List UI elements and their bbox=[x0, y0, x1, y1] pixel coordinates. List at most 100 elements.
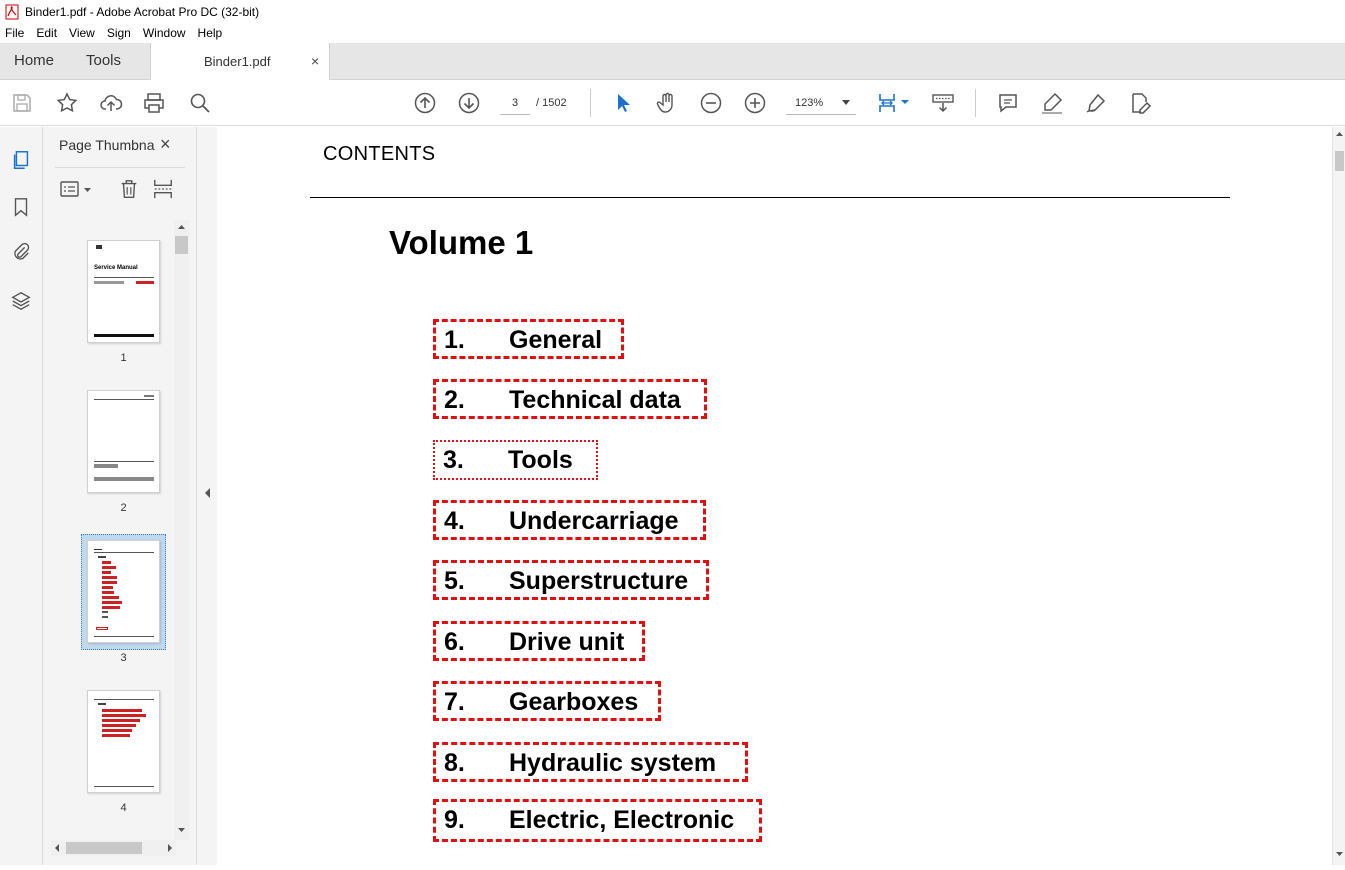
thumbnail-line bbox=[94, 277, 154, 278]
toc-link-technical-data[interactable]: 2. Technical data bbox=[433, 379, 707, 419]
thumbnail-line bbox=[94, 477, 154, 481]
highlight-button[interactable] bbox=[1039, 90, 1065, 116]
page-number-input[interactable]: 3 bbox=[500, 91, 530, 115]
page-thumbnails-button[interactable] bbox=[8, 147, 34, 173]
zoom-level-dropdown[interactable]: 123% bbox=[786, 91, 856, 115]
thumbnail-line bbox=[102, 606, 120, 609]
bookmark-icon bbox=[14, 198, 28, 217]
scrolling-mode-button[interactable] bbox=[930, 90, 956, 116]
insert-pages-icon[interactable] bbox=[152, 178, 174, 200]
minus-circle-icon bbox=[700, 92, 722, 114]
menu-help[interactable]: Help bbox=[192, 26, 229, 40]
signature-pen-icon bbox=[1086, 93, 1106, 113]
thumbnail-page-number: 3 bbox=[120, 652, 127, 664]
tab-tools[interactable]: Tools bbox=[86, 43, 121, 79]
thumbnail-line bbox=[102, 611, 108, 613]
panel-title: Page Thumbnails bbox=[59, 137, 155, 153]
toc-number: 1. bbox=[444, 326, 465, 354]
page-thumbnails-icon bbox=[13, 151, 29, 169]
toc-link-electric-electronic[interactable]: 9. Electric, Electronic bbox=[433, 799, 762, 842]
toc-title: Gearboxes bbox=[509, 688, 639, 716]
zoom-in-button[interactable] bbox=[742, 90, 768, 116]
page-thumbnail-3[interactable] bbox=[87, 540, 160, 643]
select-tool-button[interactable] bbox=[610, 90, 636, 116]
toc-title: General bbox=[509, 326, 603, 354]
toc-link-superstructure[interactable]: 5. Superstructure bbox=[433, 560, 709, 600]
save-icon bbox=[13, 94, 31, 112]
toc-number: 8. bbox=[444, 749, 465, 777]
comment-button[interactable] bbox=[995, 90, 1021, 116]
thumbnail-heading: Service Manual bbox=[94, 265, 138, 271]
scrollbar-track-icon bbox=[1335, 132, 1344, 856]
bookmark-star-button[interactable] bbox=[54, 90, 80, 116]
volume-title: Volume 1 bbox=[389, 224, 534, 261]
thumbnail-options-icon[interactable] bbox=[59, 180, 93, 200]
toc-link-undercarriage[interactable]: 4. Undercarriage bbox=[433, 500, 706, 540]
toc-link-gearboxes[interactable]: 7. Gearboxes bbox=[433, 681, 661, 721]
close-panel-icon[interactable]: × bbox=[160, 134, 171, 155]
page-thumbnail-1[interactable]: Service Manual bbox=[87, 240, 160, 343]
panel-splitter[interactable] bbox=[197, 127, 217, 865]
layers-button[interactable] bbox=[8, 288, 34, 314]
menu-window[interactable]: Window bbox=[137, 26, 192, 40]
menu-edit[interactable]: Edit bbox=[30, 26, 63, 40]
find-button[interactable] bbox=[187, 90, 213, 116]
header-rule bbox=[310, 197, 1230, 198]
page-total-label: / 1502 bbox=[536, 97, 567, 109]
next-page-button[interactable] bbox=[456, 90, 482, 116]
menu-file[interactable]: File bbox=[0, 26, 30, 40]
thumbnail-line bbox=[96, 627, 108, 630]
toc-title: Drive unit bbox=[509, 628, 625, 656]
menu-view[interactable]: View bbox=[63, 26, 101, 40]
upload-cloud-button[interactable] bbox=[98, 90, 124, 116]
document-view[interactable]: CONTENTS Volume 1 1. General 2. Technica… bbox=[217, 127, 1332, 865]
save-button[interactable] bbox=[9, 90, 35, 116]
thumbnail-line bbox=[102, 596, 119, 599]
thumbnail-line bbox=[94, 636, 154, 637]
toc-number: 4. bbox=[444, 507, 465, 535]
attachments-button[interactable] bbox=[8, 239, 34, 265]
toc-title: Hydraulic system bbox=[509, 749, 717, 777]
menu-sign[interactable]: Sign bbox=[101, 26, 137, 40]
sign-button[interactable] bbox=[1083, 90, 1109, 116]
toc-link-drive-unit[interactable]: 6. Drive unit bbox=[433, 621, 645, 661]
toolbar-divider bbox=[975, 89, 976, 117]
page-display-button[interactable] bbox=[874, 90, 912, 116]
toc-number: 6. bbox=[444, 628, 465, 656]
menu-bar: File Edit View Sign Window Help bbox=[0, 23, 1345, 43]
tab-document[interactable]: Binder1.pdf × bbox=[150, 43, 330, 80]
toc-link-general[interactable]: 1. General bbox=[433, 319, 624, 359]
toc-link-tools[interactable]: 3. Tools bbox=[433, 440, 598, 480]
layers-icon bbox=[11, 291, 31, 311]
thumbnail-line bbox=[102, 719, 140, 722]
toc-title: Superstructure bbox=[509, 567, 689, 595]
thumbnail-line bbox=[102, 561, 111, 564]
title-bar: Binder1.pdf - Adobe Acrobat Pro DC (32-b… bbox=[0, 0, 1345, 23]
zoom-out-button[interactable] bbox=[698, 90, 724, 116]
thumbnail-line bbox=[94, 699, 154, 700]
thumbnail-line bbox=[102, 724, 136, 727]
hand-icon bbox=[656, 92, 673, 113]
bookmarks-button[interactable] bbox=[8, 194, 34, 220]
thumbnail-line bbox=[102, 601, 122, 604]
toolbar-divider bbox=[590, 89, 591, 117]
hand-tool-button[interactable] bbox=[654, 90, 680, 116]
page-thumbnail-2[interactable] bbox=[87, 390, 160, 493]
document-vertical-scrollbar[interactable] bbox=[1332, 127, 1345, 865]
attachment-icon bbox=[14, 242, 30, 260]
print-button[interactable] bbox=[141, 90, 167, 116]
thumbnail-vertical-scrollbar[interactable] bbox=[174, 220, 189, 840]
navigation-rail bbox=[0, 127, 43, 865]
toc-link-hydraulic-system[interactable]: 8. Hydraulic system bbox=[433, 742, 748, 782]
toc-number: 9. bbox=[444, 806, 465, 834]
thumbnail-horizontal-scrollbar[interactable] bbox=[51, 840, 176, 856]
collapse-panel-icon[interactable] bbox=[203, 487, 211, 499]
previous-page-button[interactable] bbox=[412, 90, 438, 116]
thumbnail-line bbox=[94, 399, 154, 400]
close-tab-icon[interactable]: × bbox=[311, 43, 319, 80]
tab-home[interactable]: Home bbox=[14, 43, 54, 79]
trash-icon[interactable] bbox=[118, 178, 140, 200]
toc-number: 5. bbox=[444, 567, 465, 595]
fill-sign-button[interactable] bbox=[1127, 90, 1153, 116]
page-thumbnail-4[interactable] bbox=[87, 690, 160, 793]
